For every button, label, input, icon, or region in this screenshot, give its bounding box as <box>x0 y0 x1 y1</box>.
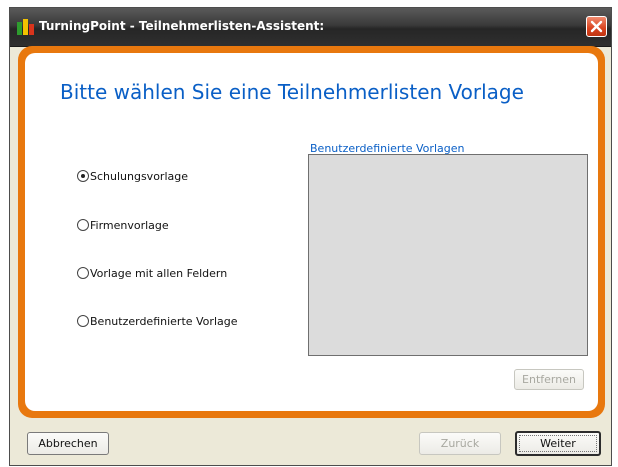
title-bar[interactable]: TurningPoint - Teilnehmerlisten-Assisten… <box>10 8 611 47</box>
radio-button[interactable] <box>77 315 89 327</box>
option-benutzerdefiniert[interactable]: Benutzerdefinierte Vorlage <box>77 313 238 329</box>
radio-button[interactable] <box>77 267 89 279</box>
option-firmenvorlage[interactable]: Firmenvorlage <box>77 217 169 233</box>
cancel-button[interactable]: Abbrechen <box>27 432 109 455</box>
content-panel: Bitte wählen Sie eine Teilnehmerlisten V… <box>25 53 598 411</box>
option-schulungsvorlage[interactable]: Schulungsvorlage <box>77 168 188 184</box>
custom-templates-list[interactable] <box>308 154 588 356</box>
back-button[interactable]: Zurück <box>419 432 501 455</box>
radio-button-selected[interactable] <box>77 170 89 182</box>
option-label: Firmenvorlage <box>90 218 169 232</box>
option-label: Vorlage mit allen Feldern <box>90 266 228 280</box>
next-button[interactable]: Weiter <box>515 431 601 456</box>
close-icon <box>590 20 603 33</box>
option-alle-felder[interactable]: Vorlage mit allen Feldern <box>77 265 227 281</box>
option-label: Schulungsvorlage <box>90 169 188 183</box>
option-label: Benutzerdefinierte Vorlage <box>90 314 238 328</box>
window-title: TurningPoint - Teilnehmerlisten-Assisten… <box>39 19 325 33</box>
page-heading: Bitte wählen Sie eine Teilnehmerlisten V… <box>60 80 524 104</box>
close-button[interactable] <box>586 16 607 37</box>
app-icon <box>17 19 34 35</box>
radio-button[interactable] <box>77 219 89 231</box>
wizard-window: TurningPoint - Teilnehmerlisten-Assisten… <box>9 7 612 466</box>
remove-button[interactable]: Entfernen <box>514 369 584 390</box>
content-frame: Bitte wählen Sie eine Teilnehmerlisten V… <box>18 46 605 418</box>
